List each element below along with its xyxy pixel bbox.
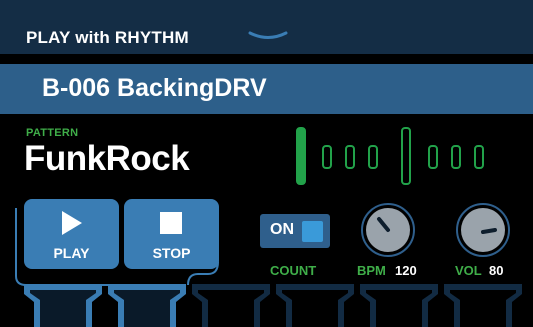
vol-value: 80 (489, 263, 504, 278)
toggle-state-label: ON (270, 221, 294, 238)
footswitch-2[interactable] (108, 284, 186, 327)
count-toggle[interactable]: ON (260, 214, 330, 248)
play-label: PLAY (53, 245, 90, 261)
footswitch-1[interactable] (24, 284, 102, 327)
stop-icon (160, 212, 182, 234)
footswitch-6[interactable] (444, 284, 522, 327)
toggle-knob (302, 221, 323, 242)
footswitch-row (24, 284, 522, 327)
footswitch-4[interactable] (276, 284, 354, 327)
play-button[interactable]: PLAY (24, 199, 119, 269)
vol-label: VOL (455, 263, 482, 278)
bpm-label: BPM (357, 263, 386, 278)
footswitch-5[interactable] (360, 284, 438, 327)
play-icon (62, 211, 82, 235)
vol-knob[interactable] (455, 202, 511, 258)
stop-button[interactable]: STOP (124, 199, 219, 269)
count-label: COUNT (270, 263, 317, 278)
stop-label: STOP (152, 245, 191, 261)
bpm-value: 120 (395, 263, 417, 278)
footswitch-3[interactable] (192, 284, 270, 327)
rhythm-screen: PLAY with RHYTHM B-006 BackingDRV PATTER… (0, 0, 533, 327)
bpm-knob[interactable] (360, 202, 416, 258)
